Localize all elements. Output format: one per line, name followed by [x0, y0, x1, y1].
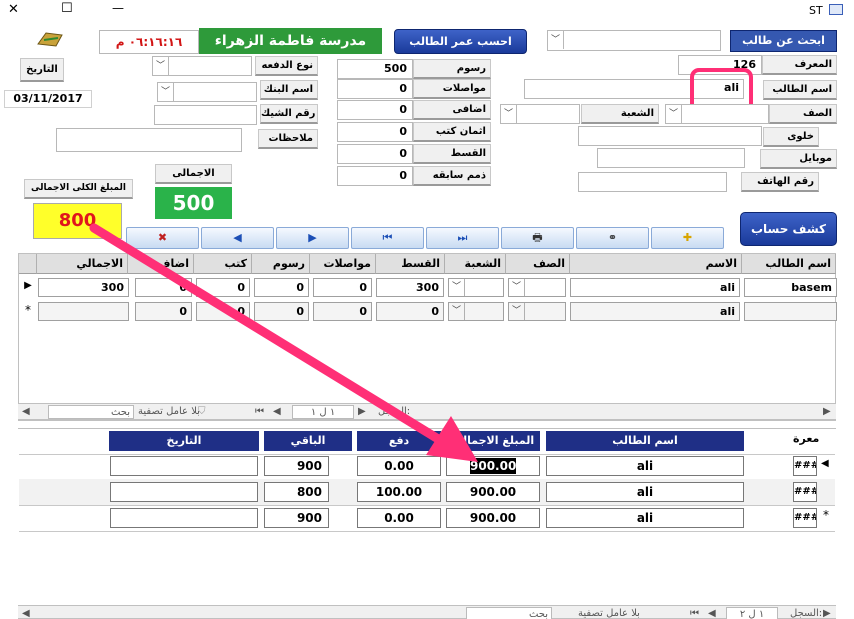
- annotation-arrow: [89, 223, 478, 462]
